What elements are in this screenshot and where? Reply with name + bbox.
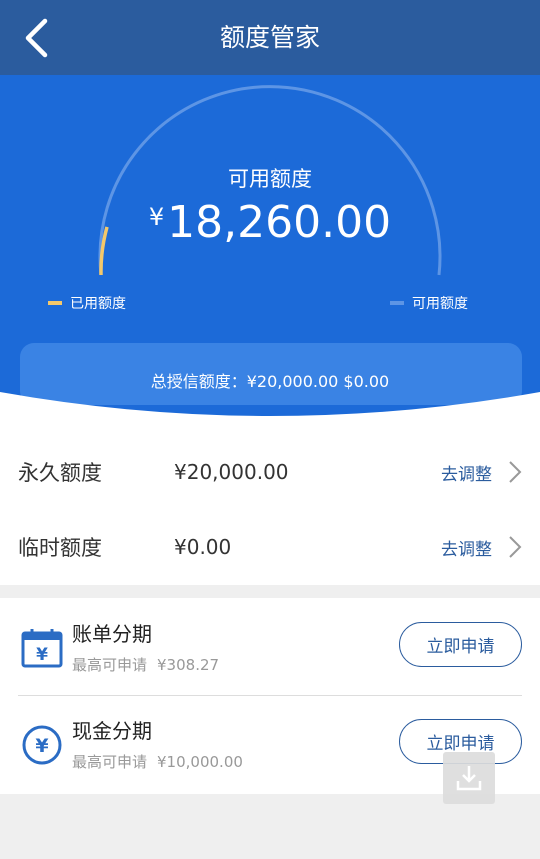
available-credit-label: 可用额度: [228, 167, 312, 191]
download-icon: [456, 766, 482, 791]
top-bar: 额度管家: [0, 0, 540, 75]
calendar-yen-icon: ¥: [21, 629, 63, 668]
quota-row-permanent[interactable]: 永久额度 ¥20,000.00 去调整: [0, 434, 540, 510]
svg-text:¥: ¥: [35, 735, 48, 757]
quota-value: ¥20,000.00: [174, 460, 289, 484]
apply-now-button[interactable]: 立即申请: [399, 622, 522, 667]
installment-max: 最高可申请 ¥308.27: [72, 654, 229, 675]
currency-symbol: ¥: [148, 203, 165, 231]
installment-name: 现金分期: [72, 719, 152, 743]
hero-bottom-curve: [0, 392, 540, 422]
installment-max: 最高可申请 ¥10,000.00: [72, 751, 253, 772]
max-label: 最高可申请: [72, 753, 148, 771]
adjust-link[interactable]: 去调整: [441, 535, 492, 560]
adjust-link[interactable]: 去调整: [441, 460, 492, 485]
available-amount-value: 18,260.00: [167, 197, 392, 248]
legend-used-swatch: [48, 301, 62, 305]
installment-row-bill: ¥ 账单分期 最高可申请 ¥308.27 立即申请: [0, 598, 540, 696]
legend-used: 已用额度: [48, 293, 126, 313]
legend-available: 可用额度: [390, 293, 468, 313]
installment-name: 账单分期: [72, 622, 152, 646]
download-button[interactable]: [443, 752, 495, 804]
legend-used-label: 已用额度: [70, 296, 126, 312]
back-arrow-icon: [25, 18, 48, 58]
quota-label: 临时额度: [18, 536, 102, 560]
max-label: 最高可申请: [72, 656, 148, 674]
back-button[interactable]: [16, 16, 56, 60]
quota-list: 永久额度 ¥20,000.00 去调整 临时额度 ¥0.00 去调整: [0, 420, 540, 585]
legend-available-swatch: [390, 301, 404, 305]
available-credit-amount: ¥18,260.00: [0, 197, 540, 248]
quota-value: ¥0.00: [174, 535, 232, 559]
yen-circle-icon: ¥: [22, 725, 62, 765]
svg-text:¥: ¥: [36, 645, 48, 665]
chevron-right-icon: [509, 461, 522, 483]
max-value: ¥10,000.00: [157, 753, 243, 771]
max-value: ¥308.27: [157, 656, 220, 674]
page-title: 额度管家: [219, 23, 320, 52]
quota-row-temporary[interactable]: 临时额度 ¥0.00 去调整: [0, 509, 540, 585]
legend-available-label: 可用额度: [412, 296, 468, 312]
quota-label: 永久额度: [18, 461, 102, 485]
credit-overview-panel: 可用额度 ¥18,260.00 已用额度 可用额度 总授信额度：¥20,000.…: [0, 75, 540, 420]
chevron-right-icon: [509, 536, 522, 558]
